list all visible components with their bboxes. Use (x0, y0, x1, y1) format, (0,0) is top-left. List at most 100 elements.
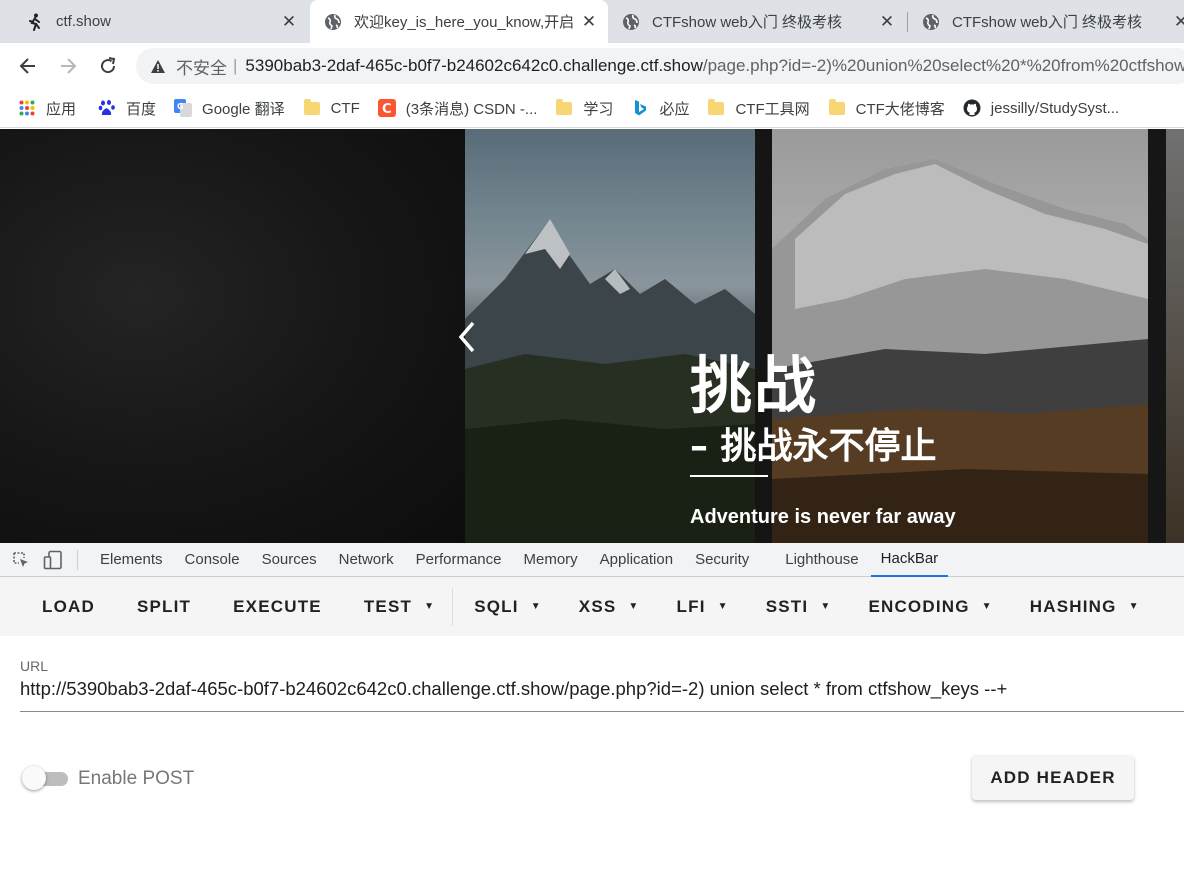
caret-down-icon: ▼ (717, 601, 729, 612)
tab-performance[interactable]: Performance (406, 543, 512, 577)
load-button[interactable]: LOAD (42, 577, 95, 636)
back-button[interactable] (14, 52, 42, 80)
tab-lighthouse[interactable]: Lighthouse (775, 543, 868, 577)
github-icon (963, 99, 981, 117)
tab-ctfshow[interactable]: ctf.show ✕ (12, 0, 308, 43)
execute-button[interactable]: EXECUTE (233, 577, 322, 636)
inspect-element-icon[interactable] (11, 550, 31, 570)
browser-tab-strip: ctf.show ✕ 欢迎key_is_here_you_know,开启 ✕ C… (0, 0, 1184, 43)
bookmark-github[interactable]: jessilly/StudySyst... (963, 99, 1119, 117)
tab-console[interactable]: Console (175, 543, 250, 577)
enable-post-toggle[interactable] (22, 766, 68, 790)
ssti-dropdown[interactable]: SSTI ▼ (766, 577, 832, 636)
bookmarks-bar: 应用 百度 G Google 翻译 CTF C (3条消息) CSDN -...… (0, 89, 1184, 128)
warning-triangle-icon[interactable] (150, 59, 166, 74)
device-toolbar-icon[interactable] (43, 550, 63, 570)
globe-icon (324, 13, 342, 31)
close-icon[interactable]: ✕ (580, 12, 598, 31)
lfi-dropdown[interactable]: LFI ▼ (677, 577, 729, 636)
caret-down-icon: ▼ (1128, 601, 1140, 612)
close-icon[interactable]: ✕ (1172, 12, 1184, 31)
arrow-right-icon (61, 58, 77, 74)
bookmark-label: 百度 (126, 100, 157, 118)
arrow-left-icon (19, 58, 35, 74)
bookmark-folder-study[interactable]: 学习 (555, 98, 613, 119)
folder-icon (707, 98, 725, 117)
tab-title: 欢迎key_is_here_you_know,开启 (354, 14, 575, 31)
tab-title: ctf.show (56, 13, 112, 30)
bing-icon (631, 99, 649, 117)
address-bar[interactable]: 不安全 | 5390bab3-2daf-465c-b0f7-b24602c642… (136, 48, 1184, 84)
sqli-dropdown-label: SQLI (474, 596, 519, 616)
test-dropdown[interactable]: TEST ▼ (364, 577, 435, 636)
browser-toolbar: 不安全 | 5390bab3-2daf-465c-b0f7-b24602c642… (0, 43, 1184, 89)
security-status-label[interactable]: 不安全 (176, 54, 227, 79)
carousel-prev-button[interactable] (453, 319, 481, 355)
url-input-underline (20, 711, 1184, 712)
bookmark-bing[interactable]: 必应 (631, 98, 689, 119)
bookmark-folder-ctf-blogs[interactable]: CTF大佬博客 (828, 98, 945, 119)
tab-memory[interactable]: Memory (514, 543, 588, 577)
hashing-dropdown[interactable]: HASHING ▼ (1030, 577, 1140, 636)
url-path: /page.php?id=-2)%20union%20select%20*%20… (702, 56, 1184, 75)
folder-icon (303, 98, 321, 117)
apps-grid-icon (18, 99, 36, 117)
bookmark-csdn[interactable]: C (3条消息) CSDN -... (377, 98, 538, 119)
svg-text:G: G (177, 102, 184, 111)
bookmark-label: CTF大佬博客 (855, 100, 945, 118)
hero-tagline: Adventure is never far away (690, 506, 956, 528)
bookmark-label: 学习 (583, 100, 614, 118)
tab-network[interactable]: Network (329, 543, 404, 577)
tab-application[interactable]: Application (590, 543, 683, 577)
toolbar-separator (452, 587, 454, 626)
close-icon[interactable]: ✕ (878, 12, 896, 31)
folder-icon (828, 98, 846, 117)
folder-icon (555, 98, 573, 117)
bookmark-folder-ctf[interactable]: CTF (303, 98, 360, 117)
svg-text:C: C (382, 102, 392, 117)
bookmark-baidu[interactable]: 百度 (98, 98, 156, 119)
xss-dropdown[interactable]: XSS ▼ (579, 577, 640, 636)
bookmark-google-translate[interactable]: G Google 翻译 (174, 98, 285, 119)
caret-down-icon: ▼ (981, 601, 993, 612)
add-header-button[interactable]: ADD HEADER (972, 755, 1134, 800)
url-input[interactable]: http://5390bab3-2daf-465c-b0f7-b24602c64… (20, 678, 1007, 700)
tab-ctfshow-exam-2[interactable]: CTFshow web入门 终极考核 ✕ (910, 0, 1184, 43)
baidu-paw-icon (98, 99, 116, 117)
sqli-dropdown[interactable]: SQLI ▼ (474, 577, 542, 636)
bookmark-apps[interactable]: 应用 (18, 98, 76, 119)
tab-security[interactable]: Security (685, 543, 759, 577)
load-button-label: LOAD (42, 596, 95, 616)
hero-slide-dark (0, 129, 465, 543)
globe-icon (622, 13, 640, 31)
tab-hackbar[interactable]: HackBar (870, 543, 949, 577)
tab-title: CTFshow web入门 终极考核 (952, 14, 1143, 31)
tab-ctfshow-exam-1[interactable]: CTFshow web入门 终极考核 ✕ (610, 0, 906, 43)
hero-carousel: 挑战 – 挑战永不停止 Adventure is never far away (0, 129, 1184, 543)
bookmark-label: CTF (330, 99, 360, 117)
reload-button[interactable] (94, 52, 122, 80)
tab-elements[interactable]: Elements (90, 543, 173, 577)
bookmark-folder-ctf-tools[interactable]: CTF工具网 (707, 98, 810, 119)
ssti-dropdown-label: SSTI (765, 596, 809, 616)
devtools-separator (77, 549, 78, 570)
split-button[interactable]: SPLIT (137, 577, 191, 636)
close-icon[interactable]: ✕ (280, 12, 298, 31)
globe-icon (922, 13, 940, 31)
bookmark-label: (3条消息) CSDN -... (405, 100, 538, 118)
bookmark-label: CTF工具网 (735, 100, 810, 118)
forward-button[interactable] (54, 52, 82, 80)
bookmark-label: jessilly/StudySyst... (990, 99, 1120, 117)
toggle-thumb (22, 766, 46, 790)
url-host: 5390bab3-2daf-465c-b0f7-b24602c642c0.cha… (245, 56, 703, 75)
lfi-dropdown-label: LFI (676, 596, 706, 616)
split-button-label: SPLIT (136, 596, 192, 616)
hero-divider (690, 475, 768, 477)
hashing-dropdown-label: HASHING (1029, 596, 1117, 616)
enable-post-label: Enable POST (78, 768, 195, 789)
xss-dropdown-label: XSS (578, 596, 617, 616)
tab-sources[interactable]: Sources (252, 543, 327, 577)
hero-subtitle: – 挑战永不停止 (690, 426, 937, 467)
tab-active-page[interactable]: 欢迎key_is_here_you_know,开启 ✕ (310, 0, 608, 43)
encoding-dropdown[interactable]: ENCODING ▼ (868, 577, 992, 636)
